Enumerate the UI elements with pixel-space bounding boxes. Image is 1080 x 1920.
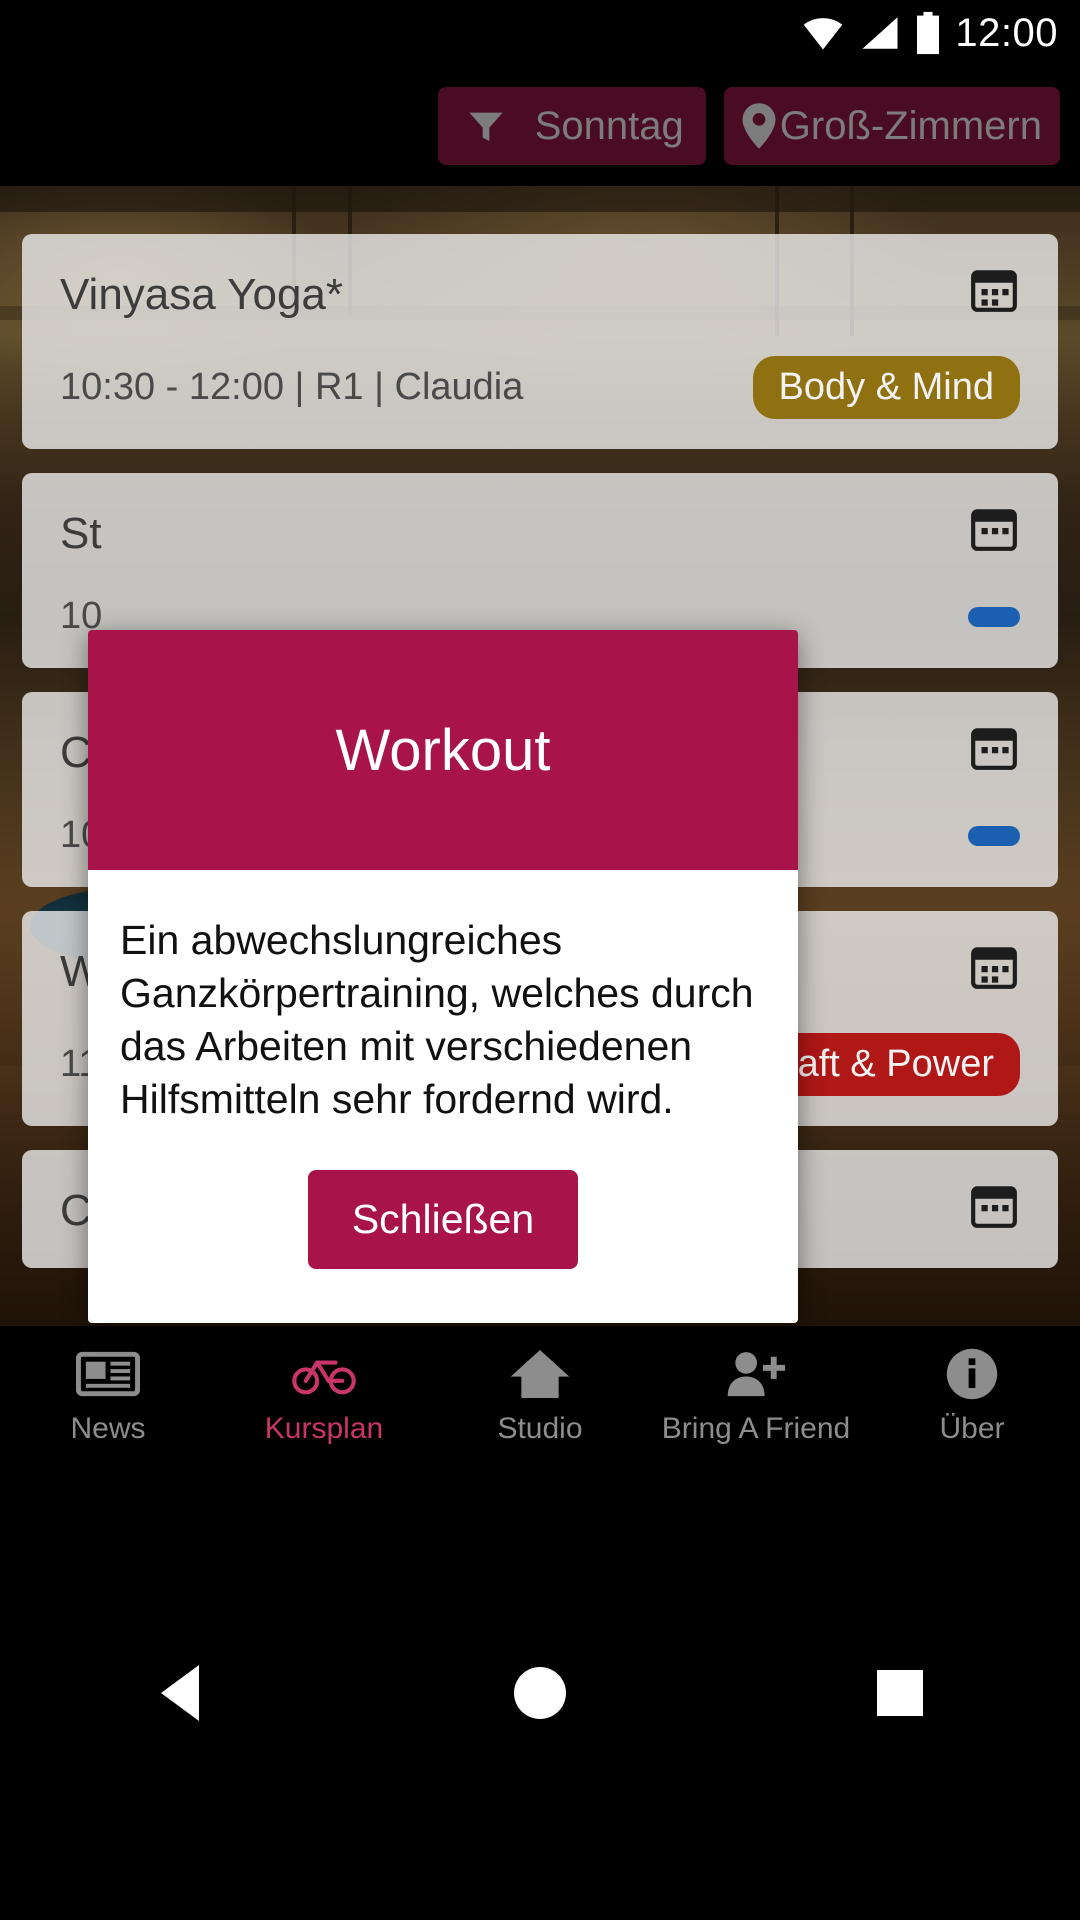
back-triangle-icon bbox=[161, 1665, 199, 1721]
filter-bar: Sonntag Groß-Zimmern bbox=[0, 66, 1080, 186]
location-pin-icon bbox=[742, 103, 776, 149]
status-badge bbox=[968, 606, 1020, 627]
dialog-description: Ein abwechslungreiches Ganzkörpertrainin… bbox=[120, 917, 754, 1122]
nav-item-bring-a-friend[interactable]: Bring A Friend bbox=[648, 1346, 864, 1446]
status-badge bbox=[968, 825, 1020, 846]
nav-item-news[interactable]: News bbox=[0, 1346, 216, 1446]
calendar-icon[interactable] bbox=[968, 722, 1020, 772]
status-bar: 12:00 bbox=[0, 0, 1080, 66]
home-icon bbox=[510, 1350, 570, 1398]
bicycle-icon bbox=[292, 1360, 356, 1395]
nav-label-studio: Studio bbox=[497, 1412, 583, 1445]
calendar-icon[interactable] bbox=[968, 503, 1020, 553]
nav-label-ueber: Über bbox=[939, 1412, 1005, 1445]
battery-icon bbox=[917, 11, 940, 55]
class-title: St bbox=[60, 509, 102, 558]
news-icon bbox=[76, 1351, 140, 1397]
day-filter-button[interactable]: Sonntag bbox=[437, 87, 706, 165]
nav-item-kursplan[interactable]: Kursplan bbox=[216, 1346, 432, 1446]
close-button[interactable]: Schließen bbox=[307, 1170, 579, 1269]
filter-funnel-icon bbox=[469, 112, 503, 141]
class-detail-row: 10:30 - 12:00 | R1 | Claudia Body & Mind bbox=[60, 356, 1020, 419]
location-filter-button[interactable]: Groß-Zimmern bbox=[723, 87, 1060, 165]
list-item[interactable]: Vinyasa Yoga* 10:30 - 12:00 | R1 | Claud… bbox=[22, 234, 1058, 449]
class-meta: 10:30 - 12:00 | R1 | Claudia bbox=[60, 366, 524, 408]
status-badge: Body & Mind bbox=[752, 356, 1020, 419]
info-icon bbox=[946, 1348, 998, 1400]
nav-item-ueber[interactable]: Über bbox=[864, 1346, 1080, 1446]
app-screen: Vinyasa Yoga* 10:30 - 12:00 | R1 | Claud… bbox=[0, 0, 1080, 1920]
dialog-header: Workout bbox=[88, 630, 798, 870]
dialog-title: Workout bbox=[335, 717, 551, 783]
calendar-icon[interactable] bbox=[968, 1180, 1020, 1230]
nav-item-studio[interactable]: Studio bbox=[432, 1346, 648, 1446]
home-button[interactable] bbox=[480, 1633, 600, 1753]
person-add-icon bbox=[727, 1352, 786, 1397]
wifi-icon bbox=[804, 18, 843, 50]
dialog-actions: Schließen bbox=[88, 1126, 798, 1323]
calendar-icon[interactable] bbox=[968, 264, 1020, 314]
recents-button[interactable] bbox=[840, 1633, 960, 1753]
day-filter-label: Sonntag bbox=[534, 103, 684, 148]
class-title: Vinyasa Yoga* bbox=[60, 270, 344, 319]
bottom-navigation: News Kursplan Studio Bring A Friend Über bbox=[0, 1326, 1080, 1466]
workout-dialog: Workout Ein abwechslungreiches Ganzkörpe… bbox=[88, 630, 798, 1323]
status-bar-clock: 12:00 bbox=[955, 11, 1058, 55]
home-circle-icon bbox=[514, 1667, 566, 1719]
android-system-nav bbox=[0, 1466, 1080, 1920]
back-button[interactable] bbox=[120, 1633, 240, 1753]
calendar-icon[interactable] bbox=[968, 941, 1020, 991]
nav-label-kursplan: Kursplan bbox=[264, 1412, 384, 1445]
dialog-body: Ein abwechslungreiches Ganzkörpertrainin… bbox=[88, 870, 798, 1126]
cell-signal-icon bbox=[862, 17, 898, 49]
nav-label-news: News bbox=[70, 1412, 146, 1445]
location-filter-label: Groß-Zimmern bbox=[779, 103, 1042, 148]
nav-label-bring-a-friend: Bring A Friend bbox=[661, 1412, 851, 1445]
recents-square-icon bbox=[877, 1670, 923, 1716]
